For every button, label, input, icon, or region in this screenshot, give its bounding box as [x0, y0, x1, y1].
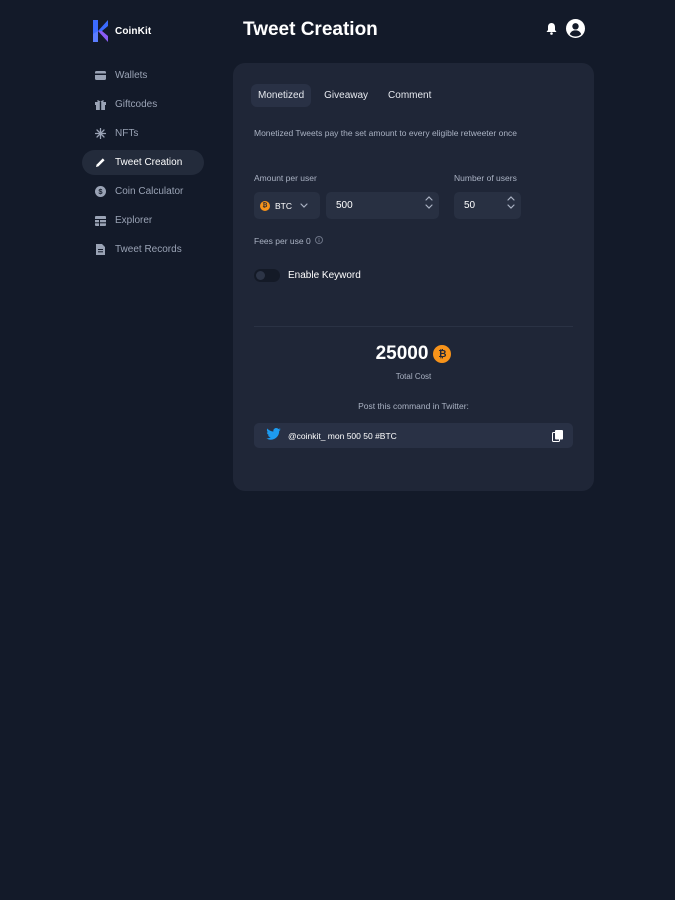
sidebar-item-tweet-creation[interactable]: Tweet Creation	[82, 150, 204, 175]
page-title: Tweet Creation	[243, 19, 378, 40]
twitter-command-text: @coinkit_ mon 500 50 #BTC	[288, 430, 397, 441]
tab-description: Monetized Tweets pay the set amount to e…	[254, 128, 518, 138]
btc-coin-icon: ₿	[433, 345, 452, 363]
fees-text: Fees per use 0	[254, 236, 311, 246]
post-command-label: Post this command in Twitter:	[358, 401, 469, 411]
keyword-toggle[interactable]	[254, 269, 280, 282]
total-cost: 25000 ₿	[233, 343, 594, 365]
tab-comment[interactable]: Comment	[381, 84, 438, 107]
chevron-down-icon	[507, 204, 515, 209]
sidebar-item-label: Wallets	[115, 70, 148, 81]
sidebar-item-label: Tweet Creation	[115, 157, 183, 168]
wallet-icon	[95, 70, 106, 81]
coinkit-logo-icon	[93, 20, 109, 42]
twitter-command-box: @coinkit_ mon 500 50 #BTC	[254, 423, 573, 448]
users-label: Number of users	[454, 173, 517, 183]
users-stepper[interactable]	[507, 196, 515, 209]
users-input[interactable]	[464, 200, 494, 211]
twitter-bird-icon	[266, 427, 281, 445]
keyword-toggle-label: Enable Keyword	[288, 270, 361, 281]
header-actions	[546, 19, 585, 38]
copy-icon[interactable]	[552, 429, 563, 442]
chevron-down-icon	[425, 204, 433, 209]
sidebar-item-explorer[interactable]: Explorer	[82, 208, 204, 233]
users-field	[454, 192, 521, 219]
sidebar-item-label: Giftcodes	[115, 99, 158, 110]
divider	[254, 326, 573, 327]
amount-stepper[interactable]	[425, 196, 433, 209]
tab-monetized[interactable]: Monetized	[251, 84, 312, 107]
sidebar-item-label: NFTs	[115, 128, 139, 139]
sidebar-item-nfts[interactable]: NFTs	[82, 121, 204, 146]
fees-info: Fees per use 0	[254, 236, 323, 246]
total-cost-value: 25000	[375, 343, 429, 364]
sidebar-nav: Wallets Giftcodes NFTs Tweet Creation $ …	[82, 63, 204, 266]
currency-select[interactable]: ₿ BTC	[254, 192, 320, 219]
keyword-toggle-row: Enable Keyword	[254, 269, 361, 282]
tweet-type-tabs: Monetized Giveaway Comment	[251, 84, 438, 107]
sidebar-item-label: Explorer	[115, 215, 153, 226]
sidebar-item-wallets[interactable]: Wallets	[82, 63, 204, 88]
dollar-coin-icon: $	[95, 186, 106, 197]
chevron-down-icon	[300, 203, 308, 208]
gift-icon	[95, 99, 106, 110]
sidebar-item-giftcodes[interactable]: Giftcodes	[82, 92, 204, 117]
sidebar-item-label: Coin Calculator	[115, 186, 184, 197]
app-logo[interactable]: CoinKit	[93, 20, 151, 42]
sidebar-item-label: Tweet Records	[115, 244, 182, 255]
tweet-creation-card: Monetized Giveaway Comment Monetized Twe…	[233, 63, 594, 491]
pencil-icon	[95, 157, 106, 168]
btc-coin-icon: ₿	[260, 200, 270, 211]
amount-input[interactable]	[336, 200, 396, 211]
bell-icon[interactable]	[546, 22, 557, 35]
info-icon[interactable]	[314, 236, 323, 246]
toggle-knob	[256, 271, 265, 280]
app-name: CoinKit	[115, 25, 152, 37]
chevron-up-icon	[507, 196, 515, 201]
amount-label: Amount per user	[254, 173, 317, 183]
chevron-up-icon	[425, 196, 433, 201]
total-cost-label: Total Cost	[395, 372, 432, 381]
sparkle-icon	[95, 128, 106, 139]
table-icon	[95, 215, 106, 226]
currency-value: BTC	[275, 200, 292, 211]
user-account-icon[interactable]	[566, 19, 585, 38]
sidebar-item-tweet-records[interactable]: Tweet Records	[82, 237, 204, 262]
tab-giveaway[interactable]: Giveaway	[317, 84, 375, 107]
document-icon	[95, 244, 106, 255]
sidebar-item-coin-calculator[interactable]: $ Coin Calculator	[82, 179, 204, 204]
amount-field	[326, 192, 439, 219]
